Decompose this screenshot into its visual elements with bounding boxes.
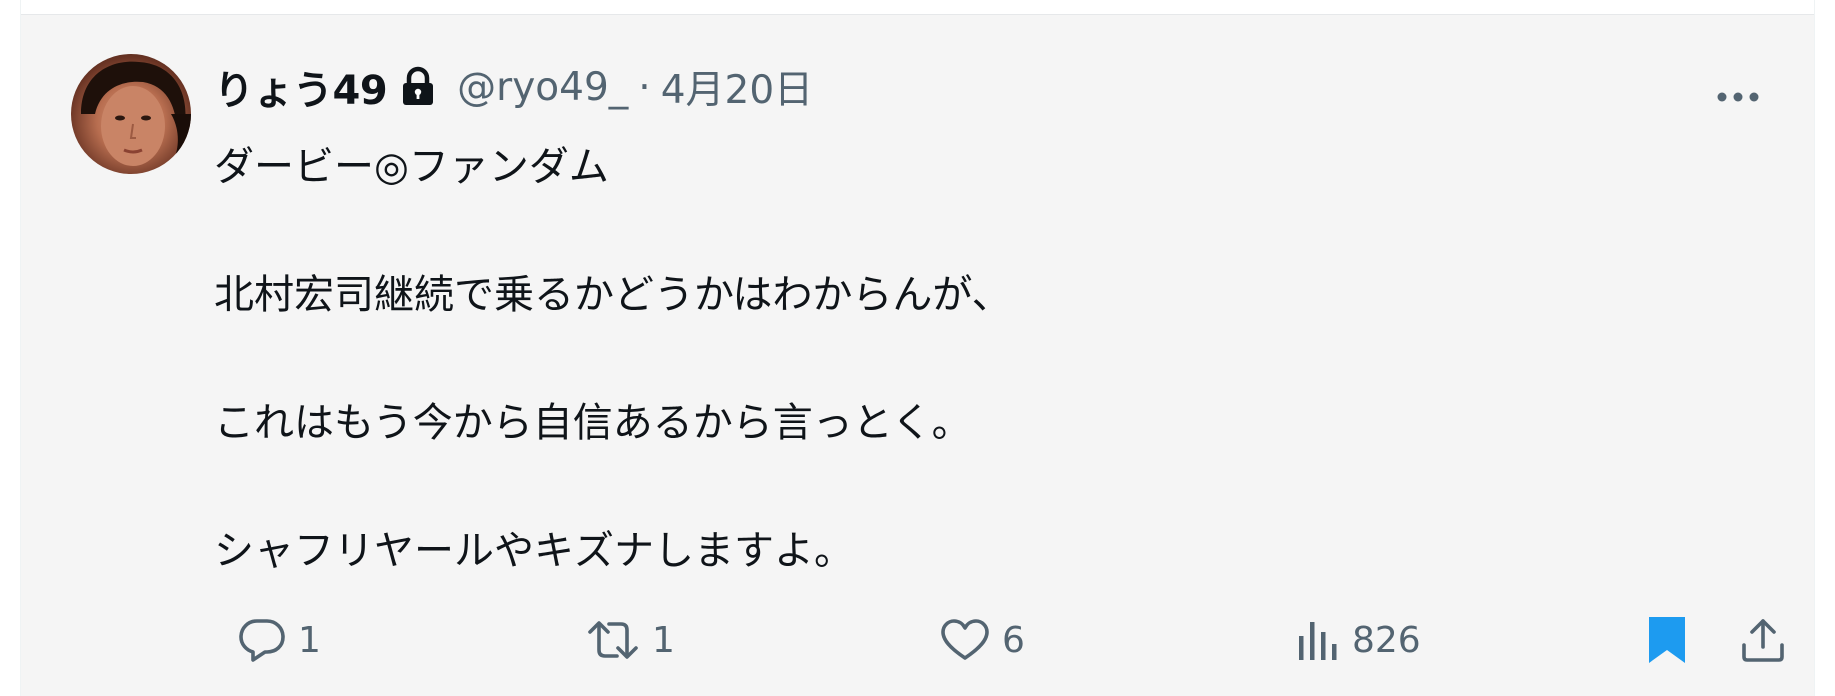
retweet-count: 1	[652, 619, 675, 661]
bookmark-icon	[1646, 615, 1688, 665]
tweet-text-line: ダービー◎ファンダム	[214, 144, 609, 190]
tweet-text-line: これはもう今から自信あるから言っとく。	[214, 400, 972, 446]
more-options-icon[interactable]	[1710, 77, 1766, 117]
tweet-text: ダービー◎ファンダム 北村宏司継続で乗るかどうかはわからんが、 これはもう今から…	[214, 135, 1774, 583]
tweet-header: りょう49 @ryo49_ · 4月20日	[214, 57, 813, 117]
like-button[interactable]: 6	[940, 605, 1025, 675]
lock-icon	[399, 66, 437, 108]
avatar-photo	[81, 61, 191, 174]
reply-icon	[238, 617, 286, 663]
like-icon	[940, 618, 990, 662]
retweet-icon	[586, 618, 640, 662]
share-button[interactable]	[1740, 605, 1786, 675]
reply-button[interactable]: 1	[238, 605, 321, 675]
tweet-text-line: 北村宏司継続で乗るかどうかはわからんが、	[214, 272, 1012, 318]
tweet-card[interactable]: りょう49 @ryo49_ · 4月20日 ダービー◎ファンダム 北村宏司継続で…	[21, 15, 1814, 696]
views-icon	[1296, 618, 1340, 662]
reply-count: 1	[298, 619, 321, 661]
avatar[interactable]	[71, 54, 191, 174]
tweet-actions: 1 1 6 826	[214, 605, 1794, 675]
views-count: 826	[1352, 619, 1421, 661]
views-button[interactable]: 826	[1296, 605, 1421, 675]
previous-item-edge	[21, 0, 1814, 15]
like-count: 6	[1002, 619, 1025, 661]
timeline-column: りょう49 @ryo49_ · 4月20日 ダービー◎ファンダム 北村宏司継続で…	[20, 0, 1815, 696]
author-display-name[interactable]: りょう49	[214, 58, 388, 116]
share-icon	[1740, 617, 1786, 663]
bookmark-button[interactable]	[1646, 605, 1688, 675]
retweet-button[interactable]: 1	[586, 605, 675, 675]
tweet-text-line: シャフリヤールやキズナしますよ。	[214, 528, 854, 574]
author-handle[interactable]: @ryo49_	[457, 65, 628, 110]
separator-dot: ·	[638, 64, 651, 110]
tweet-date[interactable]: 4月20日	[661, 59, 813, 115]
